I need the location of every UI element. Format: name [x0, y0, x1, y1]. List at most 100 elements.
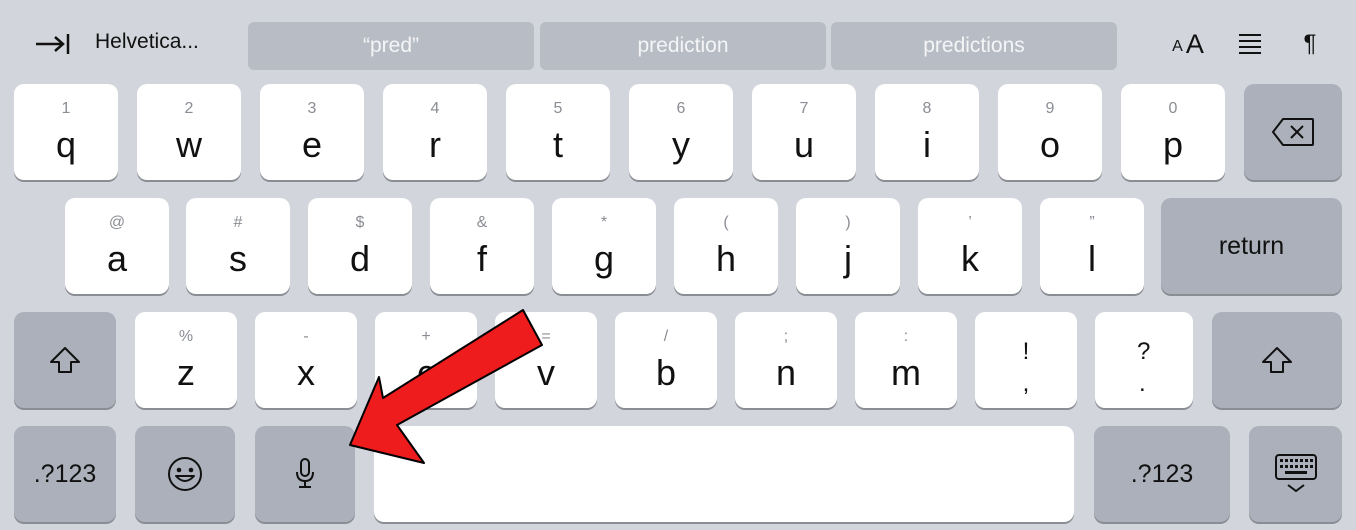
prediction-2[interactable]: prediction	[540, 22, 826, 70]
emoji-key[interactable]	[135, 426, 235, 522]
keyboard-hide-icon	[1274, 454, 1317, 493]
key-alt-label: $	[355, 214, 365, 231]
key-label: p	[1162, 124, 1184, 165]
key-q[interactable]: 1q	[14, 84, 118, 180]
microphone-icon	[296, 458, 314, 488]
key-r[interactable]: 4r	[383, 84, 487, 180]
key-y[interactable]: 6y	[629, 84, 733, 180]
delete-icon	[1272, 118, 1314, 146]
key-f[interactable]: & f	[430, 198, 534, 294]
font-size-large-label: A	[1185, 28, 1204, 59]
key-label: z	[177, 352, 195, 393]
key-o[interactable]: 9o	[998, 84, 1102, 180]
key-label: t	[552, 124, 563, 165]
key-alt-label: ’	[968, 214, 972, 231]
key-w[interactable]: 2w	[137, 84, 241, 180]
key-n[interactable]: ; n	[735, 312, 837, 408]
key-alt-label: %	[178, 328, 194, 345]
key-exclamation-comma[interactable]: !,	[975, 312, 1077, 408]
numbers-left-key[interactable]: .?123	[14, 426, 116, 522]
key-alt-label: -	[303, 328, 309, 345]
prediction-1[interactable]: “pred”	[248, 22, 534, 70]
key-s[interactable]: # s	[186, 198, 290, 294]
key-label: g	[593, 238, 615, 279]
key-alt-label: &	[476, 214, 488, 231]
key-label: j	[844, 238, 852, 279]
key-i[interactable]: 8i	[875, 84, 979, 180]
key-alt-label: 3	[307, 100, 317, 117]
key-label: b	[655, 352, 677, 393]
key-label: q	[55, 124, 77, 165]
key-alt-label: 2	[184, 100, 194, 117]
key-label: y	[672, 124, 690, 165]
return-key[interactable]: return	[1161, 198, 1342, 294]
paragraph-label: ¶	[1303, 30, 1317, 57]
key-alt-label: #	[233, 214, 243, 231]
key-m[interactable]: :m	[855, 312, 957, 408]
hide-keyboard-key[interactable]	[1249, 426, 1342, 522]
key-label: a	[106, 238, 128, 279]
key-label: x	[297, 352, 315, 393]
key-j[interactable]: ) j	[796, 198, 900, 294]
key-label: m	[891, 352, 921, 393]
align-icon	[1239, 34, 1261, 54]
key-label: .	[1139, 370, 1146, 397]
key-label: v	[537, 352, 555, 393]
key-a[interactable]: @ a	[65, 198, 169, 294]
dictation-key[interactable]	[255, 426, 355, 522]
key-p[interactable]: 0p	[1121, 84, 1225, 180]
shift-icon	[1262, 347, 1292, 373]
key-v[interactable]: = v	[495, 312, 597, 408]
key-b[interactable]: / b	[615, 312, 717, 408]
shift-right-key[interactable]	[1212, 312, 1342, 408]
key-z[interactable]: % z	[135, 312, 237, 408]
numbers-right-key[interactable]: .?123	[1094, 426, 1230, 522]
key-d[interactable]: $ d	[308, 198, 412, 294]
key-alt-label: ”	[1089, 214, 1095, 231]
tab-icon	[36, 34, 70, 54]
key-h[interactable]: (h	[674, 198, 778, 294]
tab-button[interactable]	[30, 22, 74, 62]
shift-left-key[interactable]	[14, 312, 116, 408]
key-label: i	[923, 124, 931, 165]
shortcut-bar: Helvetica... “pred” prediction predictio…	[0, 0, 1356, 78]
key-label: u	[793, 124, 815, 165]
key-alt-label: 9	[1045, 100, 1055, 117]
key-alt-label: 8	[922, 100, 932, 117]
key-label: f	[476, 238, 487, 279]
key-label: w	[176, 124, 202, 165]
font-picker-button[interactable]: Helvetica...	[95, 30, 199, 54]
key-alt-label: =	[541, 328, 551, 345]
key-alt-label: ?	[1137, 338, 1151, 365]
emoji-icon	[168, 457, 202, 491]
prediction-3[interactable]: predictions	[831, 22, 1117, 70]
numbers-label: .?123	[1130, 459, 1194, 488]
key-alt-label: )	[845, 214, 851, 231]
font-size-button[interactable]: A A	[1160, 26, 1216, 62]
key-alt-label: 5	[553, 100, 563, 117]
key-label: h	[715, 238, 737, 279]
key-k[interactable]: ’ k	[918, 198, 1022, 294]
space-key[interactable]	[374, 426, 1074, 522]
delete-key[interactable]	[1244, 84, 1342, 180]
numbers-label: .?123	[33, 459, 97, 488]
paragraph-button[interactable]: ¶	[1288, 26, 1332, 62]
key-alt-label: /	[663, 328, 669, 345]
shift-icon	[50, 347, 80, 373]
key-label: o	[1039, 124, 1061, 165]
align-button[interactable]	[1228, 26, 1272, 62]
key-label: s	[229, 238, 247, 279]
key-question-period[interactable]: ?.	[1095, 312, 1193, 408]
key-alt-label: +	[421, 328, 431, 345]
keyboard: Helvetica... “pred” prediction predictio…	[0, 0, 1356, 530]
key-e[interactable]: 3e	[260, 84, 364, 180]
key-label: l	[1088, 238, 1096, 279]
key-u[interactable]: 7u	[752, 84, 856, 180]
key-label: c	[417, 352, 435, 393]
key-g[interactable]: * g	[552, 198, 656, 294]
key-t[interactable]: 5t	[506, 84, 610, 180]
key-l[interactable]: ” l	[1040, 198, 1144, 294]
key-alt-label: *	[600, 214, 608, 231]
key-x[interactable]: -x	[255, 312, 357, 408]
key-c[interactable]: + c	[375, 312, 477, 408]
